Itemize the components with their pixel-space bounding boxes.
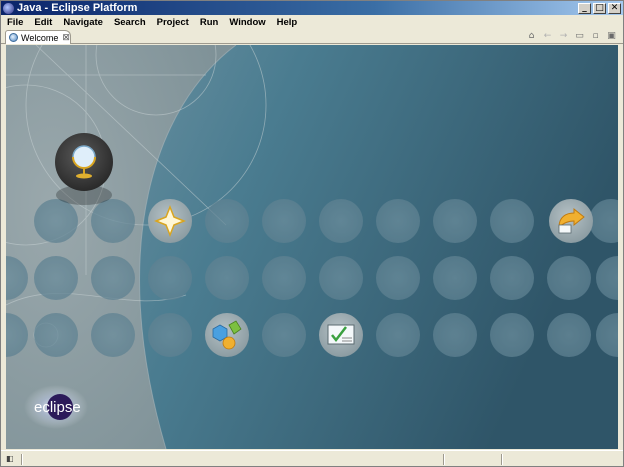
menu-help[interactable]: Help bbox=[271, 17, 303, 28]
menu-edit[interactable]: Edit bbox=[28, 17, 57, 28]
whats-new-button[interactable] bbox=[148, 199, 192, 243]
eclipse-app-icon bbox=[3, 2, 14, 14]
svg-text:eclipse: eclipse bbox=[34, 399, 81, 416]
close-button[interactable]: ✕ bbox=[608, 2, 621, 14]
welcome-toolbar: ⌂ ← → ▭ ▫ ▣ bbox=[526, 31, 617, 41]
overview-button[interactable] bbox=[55, 133, 113, 205]
window-title: Java - Eclipse Platform bbox=[17, 2, 138, 14]
eclipse-window: Java - Eclipse Platform _ □ ✕ File Edit … bbox=[0, 0, 624, 467]
welcome-tab-icon bbox=[9, 33, 18, 42]
title-bar[interactable]: Java - Eclipse Platform _ □ ✕ bbox=[1, 1, 623, 15]
status-separator bbox=[21, 454, 23, 465]
checklist-icon bbox=[327, 324, 355, 345]
menu-window[interactable]: Window bbox=[223, 17, 270, 28]
menu-file[interactable]: File bbox=[1, 17, 28, 28]
maximize-button[interactable]: □ bbox=[593, 2, 606, 14]
back-arrow-icon[interactable]: ← bbox=[542, 31, 553, 41]
forward-arrow-icon[interactable]: → bbox=[558, 31, 569, 41]
minimize-button[interactable]: _ bbox=[578, 2, 591, 14]
tab-welcome-label: Welcome bbox=[21, 32, 59, 43]
eclipse-logo: eclipse bbox=[24, 385, 88, 429]
minimize-view-icon[interactable]: ▫ bbox=[590, 31, 601, 41]
tab-welcome[interactable]: Welcome ⊠ bbox=[5, 30, 71, 44]
menu-run[interactable]: Run bbox=[194, 17, 223, 28]
maximize-view-icon[interactable]: ▣ bbox=[606, 31, 617, 41]
welcome-background: eclipse bbox=[6, 45, 618, 449]
home-icon[interactable]: ⌂ bbox=[526, 31, 537, 41]
menu-bar: File Edit Navigate Search Project Run Wi… bbox=[1, 15, 623, 29]
samples-button[interactable] bbox=[205, 313, 249, 357]
menu-navigate[interactable]: Navigate bbox=[57, 17, 108, 28]
tutorials-button[interactable] bbox=[319, 313, 363, 357]
restore-view-icon[interactable]: ▭ bbox=[574, 31, 585, 41]
menu-project[interactable]: Project bbox=[151, 17, 194, 28]
status-bar: ◧ bbox=[1, 450, 623, 466]
menu-search[interactable]: Search bbox=[108, 17, 151, 28]
workbench-button[interactable] bbox=[549, 199, 593, 243]
status-separator bbox=[501, 454, 503, 465]
fast-view-icon[interactable]: ◧ bbox=[6, 454, 15, 463]
welcome-page: eclipse bbox=[6, 45, 618, 449]
tab-close-icon[interactable]: ⊠ bbox=[62, 32, 70, 43]
status-separator bbox=[443, 454, 445, 465]
editor-tab-row: Welcome ⊠ ⌂ ← → ▭ ▫ ▣ bbox=[1, 29, 623, 44]
